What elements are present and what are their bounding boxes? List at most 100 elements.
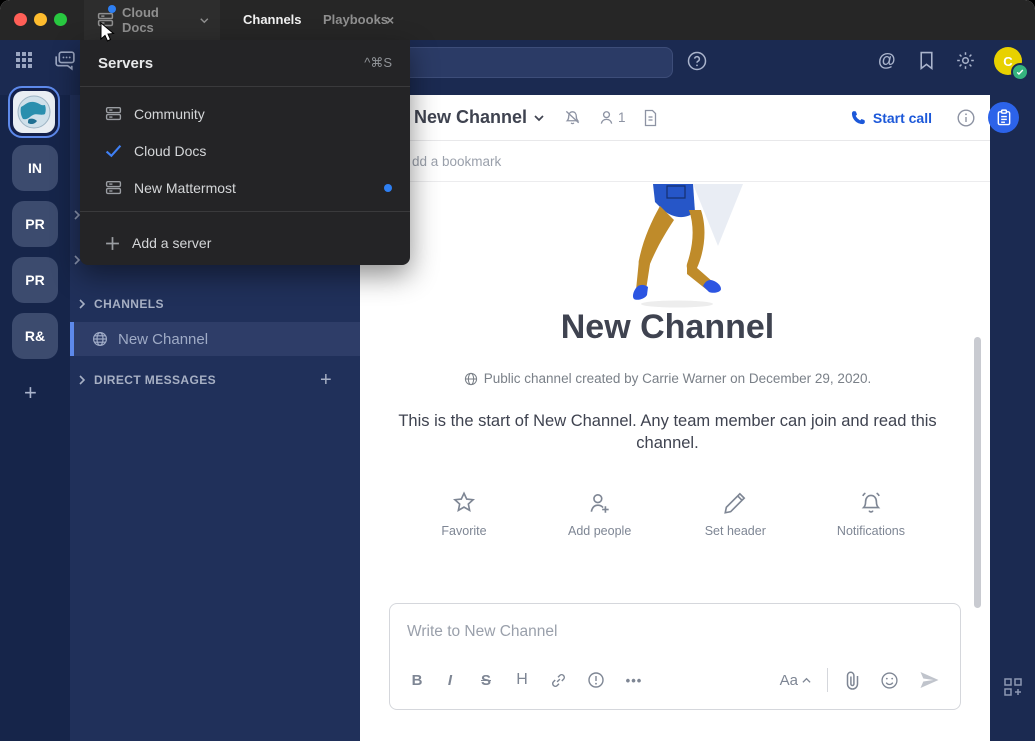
close-window-button[interactable] — [14, 13, 27, 26]
mouse-cursor — [100, 22, 116, 44]
intro-body: This is the start of New Channel. Any te… — [395, 410, 940, 454]
team-initials: PR — [25, 216, 44, 232]
server-menu-title: Servers — [98, 55, 153, 72]
composer-placeholder: Write to New Channel — [407, 623, 557, 641]
composer-toolbar: B I S H ••• Aa — [402, 668, 948, 692]
member-icon — [598, 109, 615, 126]
pinned-files-icon[interactable] — [642, 109, 659, 127]
team-pr-2[interactable]: PR — [12, 257, 58, 303]
direct-messages-section-header[interactable]: DIRECT MESSAGES — [78, 373, 216, 387]
tab-channels[interactable]: Channels — [243, 12, 302, 27]
avatar-initial: C — [1003, 54, 1012, 69]
titlebar: Cloud Docs Channels Playbooks × — [0, 0, 1035, 40]
start-call-button[interactable]: Start call — [851, 110, 932, 126]
attachment-button[interactable] — [844, 671, 860, 690]
channel-intro-illustration — [615, 184, 745, 312]
tab-playbooks[interactable]: Playbooks — [323, 12, 388, 27]
channels-section-header[interactable]: CHANNELS — [78, 297, 164, 311]
channel-row-new-channel[interactable]: New Channel — [70, 322, 360, 356]
toggle-formatting-button[interactable]: Aa — [780, 672, 811, 689]
chevron-icon — [78, 299, 86, 309]
channels-product-icon[interactable] — [52, 48, 77, 73]
add-team-button[interactable]: + — [24, 380, 37, 406]
tab-playbooks-close-icon[interactable]: × — [386, 12, 394, 28]
server-menu-item-label: Cloud Docs — [134, 143, 206, 159]
server-tab-label: Cloud Docs — [122, 5, 191, 35]
phone-icon — [851, 110, 866, 125]
channel-title[interactable]: New Channel — [414, 107, 527, 128]
playbooks-app-button[interactable] — [988, 102, 1019, 133]
server-menu-item-cloud-docs[interactable]: Cloud Docs — [80, 132, 410, 169]
online-status-badge — [1011, 63, 1029, 81]
bell-ring-icon — [858, 490, 884, 516]
action-label: Set header — [705, 524, 766, 538]
zoom-window-button[interactable] — [54, 13, 67, 26]
unread-dot — [384, 184, 392, 192]
server-menu-item-new-mattermost[interactable]: New Mattermost — [80, 169, 410, 206]
set-header-button[interactable]: Set header — [691, 490, 779, 538]
toolbar-divider — [827, 668, 828, 692]
start-call-label: Start call — [873, 110, 932, 126]
members-button[interactable]: 1 — [598, 109, 626, 126]
playbooks-clipboard-icon — [996, 109, 1012, 126]
intro-meta-text: Public channel created by Carrie Warner … — [484, 371, 871, 386]
add-bookmark-label: dd a bookmark — [412, 154, 501, 169]
message-priority-button[interactable] — [577, 671, 614, 689]
channel-menu-chevron-icon[interactable] — [533, 112, 545, 124]
team-in[interactable]: IN — [12, 145, 58, 191]
action-label: Favorite — [441, 524, 486, 538]
strikethrough-button[interactable]: S — [468, 672, 504, 689]
add-direct-message-button[interactable]: + — [320, 369, 332, 392]
chevron-down-icon — [199, 15, 210, 26]
server-icon — [105, 105, 122, 122]
team-r-and[interactable]: R& — [12, 313, 58, 359]
saved-posts-icon[interactable] — [918, 51, 935, 70]
more-formatting-button[interactable]: ••• — [614, 673, 654, 688]
link-button[interactable] — [540, 672, 577, 689]
aa-label: Aa — [780, 672, 798, 689]
plus-icon — [105, 236, 120, 251]
app-bar — [990, 95, 1035, 741]
globe-icon — [464, 372, 478, 386]
chevron-icon — [78, 375, 86, 385]
team-globe-selected[interactable] — [8, 86, 60, 138]
notifications-muted-icon[interactable] — [563, 108, 582, 127]
team-initials: R& — [25, 328, 45, 344]
app-marketplace-icon[interactable] — [1003, 677, 1023, 697]
settings-gear-icon[interactable] — [955, 50, 976, 71]
bold-button[interactable]: B — [402, 672, 432, 689]
intro-actions: Favorite Add people Set header Notificat… — [420, 490, 915, 538]
channel-header: New Channel 1 Start call — [360, 95, 990, 141]
team-pr-1[interactable]: PR — [12, 201, 58, 247]
emoji-button[interactable] — [880, 671, 899, 690]
server-menu: Servers ^⌘S Community Cloud Docs New — [80, 40, 410, 265]
server-menu-shortcut: ^⌘S — [364, 55, 392, 71]
notifications-button[interactable]: Notifications — [827, 490, 915, 538]
channel-info-icon[interactable] — [956, 108, 976, 128]
search-input[interactable] — [393, 47, 673, 78]
star-icon — [451, 490, 477, 516]
add-server-button[interactable]: Add a server — [80, 217, 410, 269]
favorite-button[interactable]: Favorite — [420, 490, 508, 538]
team-globe-image — [13, 91, 55, 133]
intro-meta: Public channel created by Carrie Warner … — [375, 371, 960, 386]
heading-button[interactable]: H — [504, 671, 540, 689]
server-unread-dot — [108, 5, 116, 13]
help-icon[interactable] — [686, 50, 708, 72]
add-people-button[interactable]: Add people — [556, 490, 644, 538]
italic-button[interactable]: I — [432, 672, 468, 689]
send-button[interactable] — [919, 671, 940, 689]
teams-sidebar — [0, 95, 70, 741]
message-composer[interactable]: Write to New Channel B I S H ••• Aa — [389, 603, 961, 710]
product-grid-icon[interactable] — [15, 51, 33, 69]
add-server-label: Add a server — [132, 235, 211, 251]
scrollbar[interactable] — [974, 337, 981, 608]
recent-mentions-icon[interactable]: @ — [878, 50, 896, 71]
minimize-window-button[interactable] — [34, 13, 47, 26]
server-menu-item-community[interactable]: Community — [80, 95, 410, 132]
bookmark-bar[interactable]: dd a bookmark — [360, 141, 990, 182]
server-menu-header: Servers ^⌘S — [80, 40, 410, 87]
server-icon — [105, 179, 122, 196]
action-label: Notifications — [837, 524, 905, 538]
team-initials: IN — [28, 160, 42, 176]
